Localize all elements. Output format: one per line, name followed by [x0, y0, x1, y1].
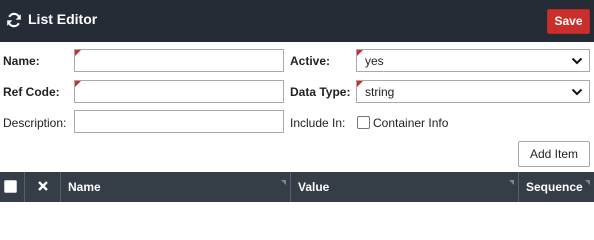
description-label: Description: [3, 116, 67, 130]
name-field[interactable] [74, 49, 284, 72]
select-all-column [0, 172, 25, 202]
name-input[interactable] [75, 50, 283, 71]
active-label: Active: [290, 54, 331, 68]
column-header-label: Sequence [526, 180, 583, 194]
column-header-label: Value [298, 180, 330, 194]
items-table-header: Name Value Sequence [0, 172, 594, 202]
column-header-value[interactable]: Value [291, 172, 519, 202]
select-all-checkbox[interactable] [4, 180, 17, 193]
active-select-value: yes [365, 54, 384, 68]
container-info-label: Container Info [373, 116, 449, 130]
name-label: Name: [3, 54, 40, 68]
container-info-checkbox[interactable] [357, 116, 370, 129]
chevron-down-icon [571, 57, 583, 65]
title-bar: List Editor Save [0, 0, 594, 42]
description-field[interactable] [74, 110, 284, 133]
description-input[interactable] [75, 111, 283, 132]
ref-code-input[interactable] [75, 81, 283, 102]
refresh-icon[interactable] [6, 12, 22, 28]
add-item-button[interactable]: Add Item [518, 141, 590, 167]
page-title: List Editor [28, 11, 98, 27]
column-header-label: Name [68, 180, 101, 194]
data-type-select-value: string [365, 85, 395, 99]
column-header-sequence[interactable]: Sequence [519, 172, 594, 202]
resize-corner-icon [281, 180, 286, 185]
resize-corner-icon [585, 180, 590, 185]
resize-corner-icon [509, 180, 514, 185]
ref-code-field[interactable] [74, 80, 284, 103]
save-button[interactable]: Save [547, 9, 590, 34]
column-header-name[interactable]: Name [61, 172, 291, 202]
ref-code-label: Ref Code: [3, 85, 60, 99]
include-in-label: Include In: [290, 116, 346, 130]
data-type-label: Data Type: [290, 85, 351, 99]
delete-column [25, 172, 61, 202]
active-select[interactable]: yes [356, 49, 590, 72]
data-type-select[interactable]: string [356, 80, 590, 103]
chevron-down-icon [571, 88, 583, 96]
close-icon[interactable] [36, 179, 50, 193]
